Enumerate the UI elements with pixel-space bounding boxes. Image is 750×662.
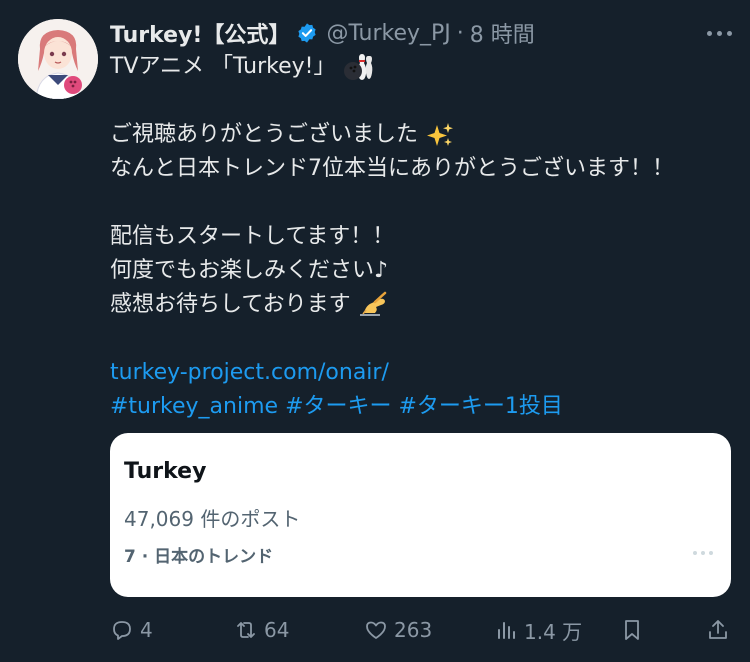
- tweet-line: 何度でもお楽しみください♪: [110, 258, 389, 283]
- action-bar: 4 64 263 1.4 万: [110, 612, 732, 648]
- views-button[interactable]: 1.4 万: [494, 612, 582, 648]
- tweet-line: TVアニメ 「Turkey!」: [110, 54, 336, 79]
- reply-count: 4: [140, 618, 153, 642]
- tweet-line: 感想お待ちしております: [110, 292, 351, 317]
- separator-dot: ·: [456, 20, 464, 46]
- tweet-link[interactable]: turkey-project.com/onair/: [110, 360, 389, 385]
- trend-card[interactable]: Turkey 47,069 件のポスト 7 · 日本のトレンド: [110, 433, 731, 597]
- retweet-count: 64: [264, 618, 290, 642]
- view-count: 1.4 万: [524, 619, 583, 644]
- like-count: 263: [394, 618, 433, 642]
- hashtag[interactable]: #ターキー: [285, 394, 391, 419]
- tweet-text: TVアニメ 「Turkey!」 ご視聴ありがとうございました なんと日本トレンド…: [110, 50, 732, 424]
- retweet-icon: [237, 622, 255, 638]
- bookmark-icon: [625, 620, 639, 640]
- share-icon: [709, 620, 727, 639]
- verified-icon: [298, 23, 317, 43]
- tweet[interactable]: Turkey!【公式】 @Turkey_PJ · 8 時間 TVアニメ 「Tur…: [0, 0, 750, 662]
- like-icon: [366, 621, 386, 639]
- card-more-icon[interactable]: [693, 551, 713, 555]
- trend-rank: 7 · 日本のトレンド: [124, 547, 274, 567]
- author-handle[interactable]: @Turkey_PJ: [326, 21, 450, 46]
- bookmark-button[interactable]: [620, 612, 644, 648]
- writing-hand-emoji: [359, 291, 386, 316]
- hashtag[interactable]: #turkey_anime: [110, 394, 278, 419]
- bowling-emoji: [344, 54, 373, 80]
- trend-title: Turkey: [124, 459, 207, 484]
- more-icon[interactable]: [707, 16, 732, 50]
- tweet-header: Turkey!【公式】 @Turkey_PJ · 8 時間: [110, 16, 732, 50]
- reply-button[interactable]: 4: [110, 612, 153, 648]
- views-icon: [498, 622, 515, 639]
- avatar[interactable]: [18, 19, 98, 99]
- tweet-line: ご視聴ありがとうございました: [110, 122, 419, 147]
- trend-post-count: 47,069 件のポスト: [124, 507, 301, 531]
- reply-icon: [113, 621, 131, 640]
- tweet-line: 配信もスタートしてます！！: [110, 224, 395, 249]
- tweet-line: なんと日本トレンド7位本当にありがとうございます！！: [110, 156, 674, 181]
- like-button[interactable]: 263: [364, 612, 432, 648]
- author-name[interactable]: Turkey!【公式】: [110, 17, 290, 49]
- sparkles-emoji: [427, 123, 454, 146]
- avatar-illustration: [18, 19, 98, 99]
- post-time[interactable]: 8 時間: [470, 17, 535, 49]
- retweet-button[interactable]: 64: [234, 612, 289, 648]
- hashtag[interactable]: #ターキー1投目: [399, 394, 563, 419]
- share-button[interactable]: [706, 612, 730, 648]
